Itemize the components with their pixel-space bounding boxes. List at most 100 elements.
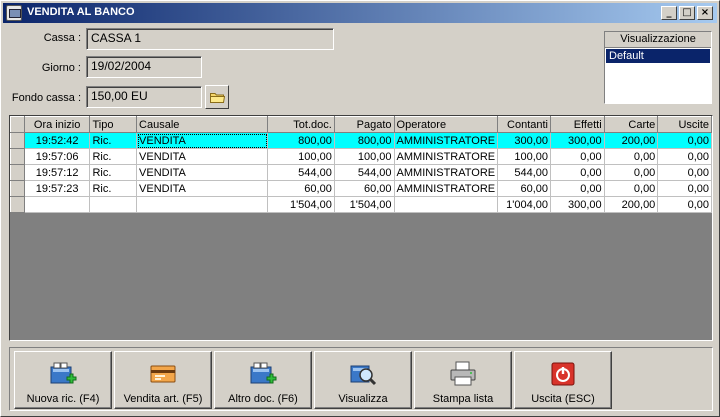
cell-uscite[interactable]: 0,00 [657, 148, 712, 165]
other-document-icon [250, 362, 277, 384]
col-pagato[interactable]: Pagato [333, 116, 395, 133]
cell-ora-inizio[interactable]: 19:52:42 [24, 132, 91, 149]
cell-effetti[interactable]: 0,00 [550, 164, 605, 181]
cell-ora-inizio[interactable]: 19:57:23 [24, 180, 91, 197]
cell-carte[interactable]: 0,00 [604, 164, 659, 181]
visualizza-button[interactable]: Visualizza [314, 351, 412, 409]
col-ora-inizio[interactable]: Ora inizio [23, 116, 91, 133]
row-indicator[interactable] [10, 180, 25, 197]
altro-documento-button[interactable]: Altro doc. (F6) [214, 351, 312, 409]
exit-icon [551, 362, 575, 386]
cassa-label: Cassa : [43, 32, 81, 44]
cell-tipo[interactable]: Ric. [89, 132, 138, 149]
cell-carte[interactable]: 0,00 [604, 148, 659, 165]
col-operatore[interactable]: Operatore [393, 116, 499, 133]
cell-tot-doc[interactable]: 544,00 [267, 164, 335, 181]
cell-operatore[interactable]: AMMINISTRATORE [394, 148, 499, 165]
cell-tot-doc[interactable]: 800,00 [267, 132, 335, 149]
cell-tot-doc[interactable]: 60,00 [267, 180, 335, 197]
cell-tipo[interactable]: Ric. [89, 148, 138, 165]
total-operatore [394, 196, 499, 213]
row-indicator[interactable] [10, 196, 25, 213]
open-folder-button[interactable] [205, 85, 229, 109]
sales-grid[interactable]: Ora inizio Tipo Causale Tot.doc. Pagato … [9, 115, 713, 341]
cell-operatore[interactable]: AMMINISTRATORE [394, 164, 499, 181]
cell-ora-inizio[interactable]: 19:57:12 [24, 164, 91, 181]
cell-effetti[interactable]: 0,00 [550, 148, 605, 165]
cell-pagato[interactable]: 60,00 [334, 180, 395, 197]
table-row[interactable]: 19:57:23 Ric. VENDITA 60,00 60,00 AMMINI… [10, 180, 712, 197]
col-causale[interactable]: Causale [136, 116, 269, 133]
cell-effetti[interactable]: 0,00 [550, 180, 605, 197]
cell-pagato[interactable]: 800,00 [334, 132, 395, 149]
col-contanti[interactable]: Contanti [497, 116, 551, 133]
row-indicator[interactable] [10, 132, 25, 149]
cell-contanti[interactable]: 100,00 [497, 148, 551, 165]
visualizzazione-item-default[interactable]: Default [606, 49, 710, 63]
cell-ora-inizio[interactable]: 19:57:06 [24, 148, 91, 165]
uscita-button[interactable]: Uscita (ESC) [514, 351, 612, 409]
giorno-field[interactable]: 19/02/2004 [86, 56, 202, 78]
cell-operatore[interactable]: AMMINISTRATORE [394, 180, 499, 197]
cell-pagato[interactable]: 100,00 [334, 148, 395, 165]
total-tipo [89, 196, 138, 213]
table-row[interactable]: 19:57:12 Ric. VENDITA 544,00 544,00 AMMI… [10, 164, 712, 181]
cell-causale[interactable]: VENDITA [136, 180, 269, 197]
cell-causale[interactable]: VENDITA [136, 132, 269, 149]
nuova-ricevuta-label: Nuova ric. (F4) [26, 393, 100, 405]
col-tipo[interactable]: Tipo [89, 116, 138, 133]
cell-effetti[interactable]: 300,00 [550, 132, 605, 149]
cassa-field[interactable]: CASSA 1 [86, 28, 334, 50]
cell-tot-doc[interactable]: 100,00 [267, 148, 335, 165]
action-toolbar: Nuova ric. (F4) Vendita art. (F5) Altro … [9, 347, 713, 411]
altro-documento-label: Altro doc. (F6) [228, 393, 298, 405]
cell-pagato[interactable]: 544,00 [334, 164, 395, 181]
row-indicator[interactable] [10, 148, 25, 165]
cell-contanti[interactable]: 60,00 [497, 180, 551, 197]
table-row[interactable]: 19:52:42 Ric. VENDITA 800,00 800,00 AMMI… [10, 132, 712, 149]
cell-uscite[interactable]: 0,00 [657, 180, 712, 197]
window-title: VENDITA AL BANCO [27, 6, 135, 18]
main-window: VENDITA AL BANCO _ □ × Cassa : CASSA 1 G… [0, 0, 720, 417]
cell-causale[interactable]: VENDITA [136, 148, 269, 165]
fondo-cassa-label: Fondo cassa : [11, 92, 81, 104]
row-indicator-header [10, 116, 25, 133]
cell-uscite[interactable]: 0,00 [657, 132, 712, 149]
uscita-label: Uscita (ESC) [531, 393, 595, 405]
col-effetti[interactable]: Effetti [550, 116, 605, 133]
totals-row[interactable]: 1'504,00 1'504,00 1'004,00 300,00 200,00… [10, 196, 712, 213]
app-icon[interactable] [6, 5, 22, 21]
sell-article-icon [150, 365, 176, 383]
new-receipt-icon [50, 362, 77, 384]
cell-operatore[interactable]: AMMINISTRATORE [394, 132, 499, 149]
cell-carte[interactable]: 0,00 [604, 180, 659, 197]
fondo-cassa-field[interactable]: 150,00 EU [86, 86, 202, 108]
title-bar[interactable]: VENDITA AL BANCO _ □ × [3, 3, 717, 23]
total-tot-doc: 1'504,00 [267, 196, 335, 213]
visualizzazione-list[interactable]: Visualizzazione Default [604, 31, 712, 104]
cell-carte[interactable]: 200,00 [604, 132, 659, 149]
table-row[interactable]: 19:57:06 Ric. VENDITA 100,00 100,00 AMMI… [10, 148, 712, 165]
table-header-row: Ora inizio Tipo Causale Tot.doc. Pagato … [10, 116, 712, 133]
view-magnifier-icon [350, 365, 377, 386]
minimize-button[interactable]: _ [661, 6, 677, 20]
cell-tipo[interactable]: Ric. [89, 164, 138, 181]
row-indicator[interactable] [10, 164, 25, 181]
cell-contanti[interactable]: 300,00 [497, 132, 551, 149]
stampa-lista-button[interactable]: Stampa lista [414, 351, 512, 409]
cell-uscite[interactable]: 0,00 [657, 164, 712, 181]
cell-causale[interactable]: VENDITA [136, 164, 269, 181]
total-effetti: 300,00 [550, 196, 605, 213]
total-contanti: 1'004,00 [497, 196, 551, 213]
col-uscite[interactable]: Uscite [657, 116, 712, 133]
vendita-articolo-button[interactable]: Vendita art. (F5) [114, 351, 212, 409]
col-carte[interactable]: Carte [603, 116, 659, 133]
close-button[interactable]: × [697, 6, 713, 20]
nuova-ricevuta-button[interactable]: Nuova ric. (F4) [14, 351, 112, 409]
maximize-button[interactable]: □ [679, 6, 695, 20]
cell-contanti[interactable]: 544,00 [497, 164, 551, 181]
total-ora-inizio [24, 196, 91, 213]
col-tot-doc[interactable]: Tot.doc. [267, 116, 335, 133]
cell-tipo[interactable]: Ric. [89, 180, 138, 197]
printer-icon [450, 361, 476, 386]
